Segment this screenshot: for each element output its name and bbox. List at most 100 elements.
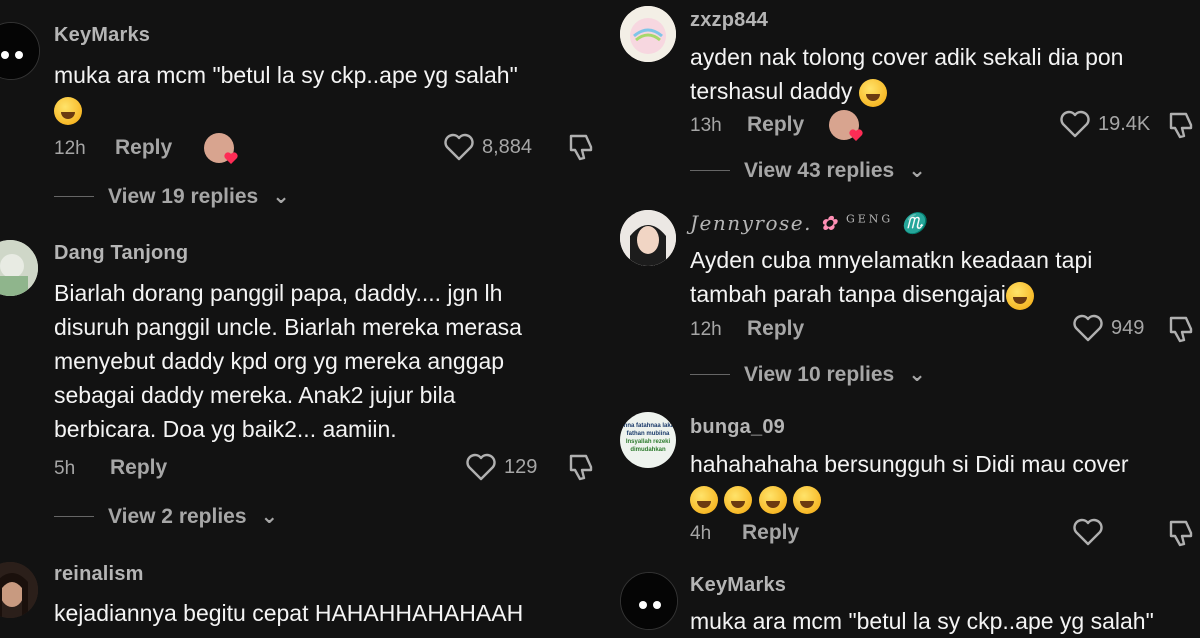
divider-line	[690, 374, 730, 375]
chevron-down-icon: ⌄	[260, 505, 279, 528]
like-button[interactable]	[1073, 518, 1103, 546]
username-text: Jennyrose.	[690, 211, 812, 235]
comment-line: tershasul daddy	[690, 78, 853, 104]
rofl-emoji-icon	[690, 485, 718, 514]
comment-text: kejadiannya begitu cepat HAHAHHAHAHAAH	[54, 596, 523, 630]
comment-text: Ayden cuba mnyelamatkn keadaan tapi tamb…	[690, 243, 1092, 311]
creator-liked-avatar	[204, 133, 238, 164]
comments-column-right: zxzp844 ayden nak tolong cover adik seka…	[600, 0, 1200, 634]
avatar-quote-text: Inna fatahnaa laka fathan mubiina Insyal…	[621, 423, 675, 453]
reply-button[interactable]: Reply	[110, 456, 167, 480]
dislike-icon[interactable]	[566, 452, 596, 482]
comment-line: tambah parah tanpa disengajai	[690, 281, 1006, 307]
comment-line: hahahahaha bersungguh si Didi mau cover	[690, 451, 1129, 477]
heart-badge-icon	[849, 129, 863, 141]
emoji-row	[690, 481, 1129, 515]
hijab-woman-avatar-icon	[0, 240, 38, 296]
username[interactable]: Jennyrose. ✿ GENG ♏	[690, 211, 927, 235]
comment-line: Biarlah dorang panggil papa, daddy.... j…	[54, 280, 503, 306]
avatar[interactable]	[620, 572, 678, 630]
reply-button[interactable]: Reply	[115, 136, 172, 160]
like-button[interactable]: 8,884	[444, 133, 532, 161]
view-replies-button[interactable]: View 2 replies ⌄	[54, 504, 278, 529]
heart-badge-icon	[224, 152, 238, 164]
avatar[interactable]: Inna fatahnaa laka fathan mubiina Insyal…	[620, 412, 676, 468]
comments-column-left: KeyMarks muka ara mcm "betul la sy ckp..…	[0, 0, 600, 628]
comment-text: hahahahaha bersungguh si Didi mau cover	[690, 447, 1129, 515]
reply-button[interactable]: Reply	[742, 521, 799, 545]
view-replies-label: View 2 replies	[108, 504, 247, 528]
like-button[interactable]: 129	[466, 453, 537, 481]
flower-emoji-icon: ✿	[819, 211, 839, 235]
woman-avatar-icon	[0, 562, 38, 618]
like-count: 949	[1111, 316, 1145, 339]
heart-outline-icon	[466, 453, 496, 481]
like-count: 19.4K	[1098, 112, 1151, 135]
comment-line: disuruh panggil uncle. Biarlah mereka me…	[54, 314, 522, 340]
creator-liked-avatar	[829, 110, 863, 141]
heart-outline-icon	[1060, 110, 1090, 138]
like-button[interactable]: 19.4K	[1060, 110, 1150, 138]
comment-line: muka ara mcm "betul la sy ckp..ape yg sa…	[54, 62, 518, 88]
avatar[interactable]	[0, 240, 38, 296]
chevron-down-icon: ⌄	[908, 159, 926, 182]
dislike-icon[interactable]	[1166, 314, 1196, 344]
comment-line: muka ara mcm "betul la sy ckp..ape yg sa…	[690, 608, 1154, 634]
like-count: 129	[504, 455, 538, 478]
comment-time: 5h	[54, 458, 76, 479]
like-button[interactable]: 949	[1073, 314, 1144, 342]
heart-outline-icon	[1073, 314, 1103, 342]
comment-time: 12h	[690, 319, 722, 340]
comment-text: muka ara mcm "betul la sy ckp..ape yg sa…	[690, 604, 1154, 638]
view-replies-button[interactable]: View 43 replies ⌄	[690, 158, 926, 183]
heart-outline-icon	[1073, 518, 1103, 546]
username[interactable]: KeyMarks	[690, 574, 786, 597]
comment-time: 13h	[690, 115, 722, 136]
cake-avatar-icon	[620, 6, 676, 62]
username[interactable]: reinalism	[54, 563, 144, 586]
chevron-down-icon: ⌄	[908, 363, 926, 386]
divider-line	[690, 170, 730, 171]
comment-line: sebagai daddy mereka. Anak2 jujur bila	[54, 382, 456, 408]
girl-avatar-icon	[620, 210, 676, 266]
username[interactable]: Dang Tanjong	[54, 242, 188, 265]
username[interactable]: bunga_09	[690, 416, 785, 439]
avatar[interactable]	[620, 210, 676, 266]
black-cat-icon	[621, 573, 677, 629]
dislike-icon[interactable]	[1166, 110, 1196, 140]
comment-text: Biarlah dorang panggil papa, daddy.... j…	[54, 276, 522, 446]
scorpion-emoji-icon: ♏	[901, 211, 928, 235]
comment-line: ayden nak tolong cover adik sekali dia p…	[690, 44, 1124, 70]
comment-text: muka ara mcm "betul la sy ckp..ape yg sa…	[54, 58, 518, 126]
comment-line: berbicara. Doa yg baik2... aamiin.	[54, 416, 397, 442]
avatar[interactable]	[0, 562, 38, 618]
username-suffix: GENG	[845, 212, 894, 226]
comment-line: menyebut daddy kpd org yg mereka anggap	[54, 348, 505, 374]
rofl-emoji-icon	[793, 485, 822, 514]
view-replies-label: View 43 replies	[744, 158, 895, 182]
like-count: 8,884	[482, 135, 533, 158]
username[interactable]: zxzp844	[690, 9, 768, 32]
comment-time: 12h	[54, 138, 86, 159]
comment-time: 4h	[690, 523, 712, 544]
username[interactable]: KeyMarks	[54, 24, 150, 47]
rofl-emoji-icon	[724, 485, 753, 514]
dislike-icon[interactable]	[1166, 518, 1196, 548]
comment-line: kejadiannya begitu cepat HAHAHHAHAHAAH	[54, 600, 524, 626]
view-replies-button[interactable]: View 10 replies ⌄	[690, 362, 926, 387]
comment-text: ayden nak tolong cover adik sekali dia p…	[690, 40, 1123, 108]
comment-line: Ayden cuba mnyelamatkn keadaan tapi	[690, 247, 1093, 273]
heart-outline-icon	[444, 133, 474, 161]
reply-button[interactable]: Reply	[747, 113, 804, 137]
avatar[interactable]	[620, 6, 676, 62]
view-replies-label: View 10 replies	[744, 362, 895, 386]
joy-emoji-icon	[1005, 281, 1034, 310]
dislike-icon[interactable]	[566, 132, 596, 162]
rofl-emoji-icon	[858, 78, 887, 107]
rofl-emoji-icon	[758, 485, 787, 514]
view-replies-button[interactable]: View 19 replies ⌄	[54, 184, 290, 209]
avatar[interactable]	[0, 22, 40, 80]
reply-button[interactable]: Reply	[747, 317, 804, 341]
divider-line	[54, 196, 94, 197]
rofl-emoji-icon	[54, 96, 82, 125]
